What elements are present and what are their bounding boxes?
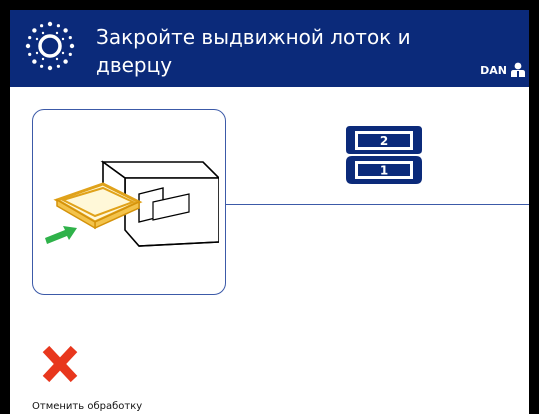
tray-label-lower: 1	[380, 164, 388, 178]
tray-indicator: 2 1	[346, 126, 422, 184]
page-title: Закройте выдвижной лоток и дверцу	[96, 23, 456, 79]
instrument-card	[32, 109, 226, 295]
cancel-label: Отменить обработку	[32, 401, 143, 412]
tray-label-upper: 2	[380, 134, 388, 148]
header-bar: Закройте выдвижной лоток и дверцу DAN	[10, 10, 529, 87]
connector-line	[225, 204, 529, 205]
instrument-drawer-icon	[45, 160, 219, 247]
cancel-x-icon	[42, 345, 78, 383]
cancel-processing-button[interactable]: Отменить обработку	[32, 345, 182, 412]
title-line-2: дверцу	[96, 53, 173, 77]
user-indicator[interactable]: DAN	[480, 62, 525, 77]
title-line-1: Закройте выдвижной лоток и	[96, 25, 411, 49]
user-name: DAN	[480, 64, 507, 77]
user-icon	[511, 62, 525, 77]
sun-logo-icon	[25, 21, 75, 71]
